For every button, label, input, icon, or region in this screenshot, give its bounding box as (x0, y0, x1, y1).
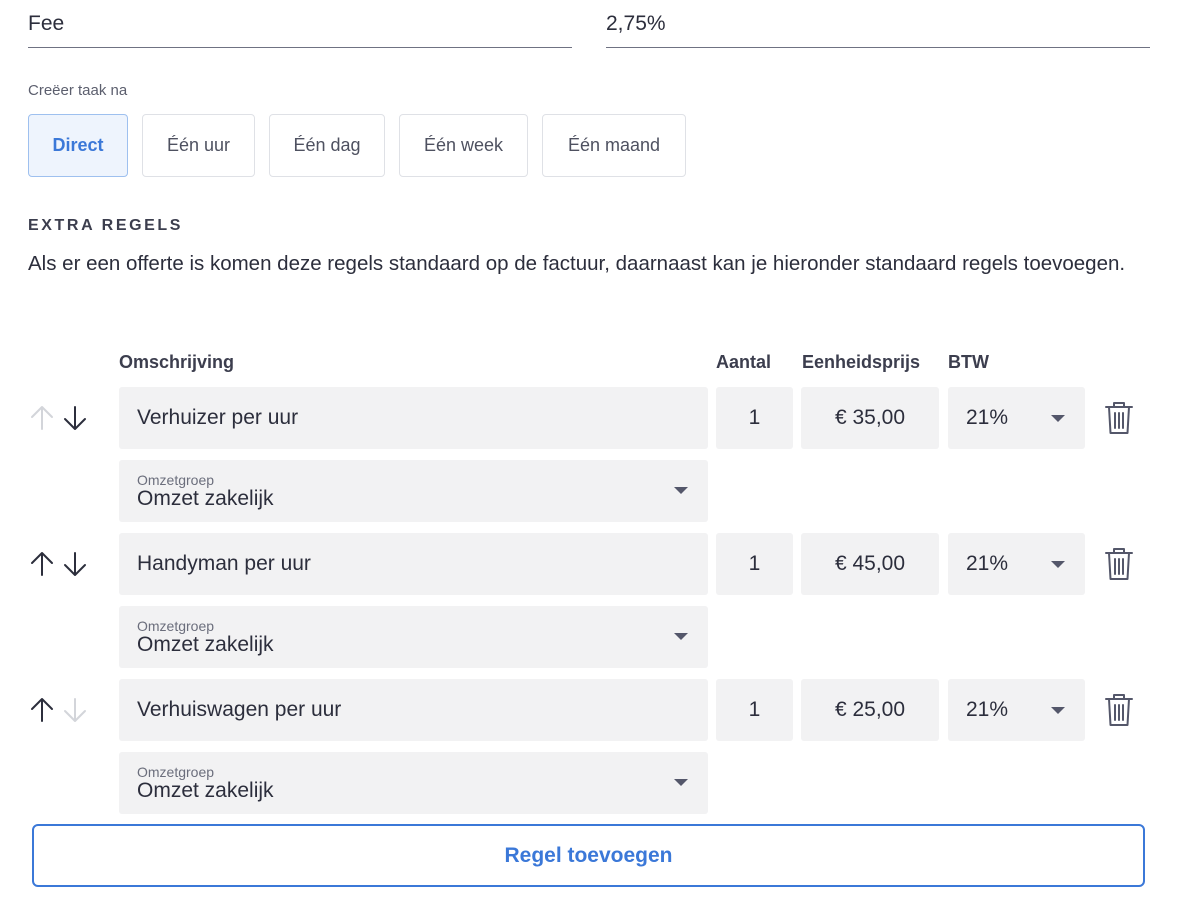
fee-value-field[interactable]: 2,75% (606, 0, 1150, 48)
column-header-vat: BTW (948, 352, 989, 372)
column-header-unit-price: Eenheidsprijs (802, 352, 921, 372)
arrow-up-icon (31, 552, 53, 576)
trash-icon (1105, 402, 1133, 434)
revenue-group-value: Omzet zakelijk (137, 779, 274, 802)
chevron-down-icon (1051, 707, 1065, 714)
chevron-down-icon (1051, 415, 1065, 422)
arrow-up-icon (31, 406, 53, 430)
vat-select-value: 21% (966, 406, 1009, 429)
vat-select[interactable]: 21% (948, 387, 1085, 449)
section-title: EXTRA REGELS (28, 217, 184, 234)
trash-icon (1105, 548, 1133, 580)
section-description: Als er een offerte is komen deze regels … (28, 252, 1126, 275)
timing-option-one-hour[interactable]: Één uur (142, 114, 255, 177)
revenue-group-select[interactable]: Omzetgroep Omzet zakelijk (119, 606, 708, 668)
chevron-down-icon (674, 487, 688, 494)
description-input[interactable]: Verhuizer per uur (119, 387, 708, 449)
revenue-group-label: Omzetgroep (137, 618, 215, 634)
vat-select[interactable]: 21% (948, 533, 1085, 595)
invoice-settings-page: Fee 2,75% Creëer taak na Direct Één uur … (0, 0, 1200, 924)
quantity-input[interactable]: 1 (716, 533, 793, 595)
move-up-button[interactable] (28, 403, 56, 433)
fee-label-field[interactable]: Fee (28, 0, 572, 48)
quantity-input[interactable]: 1 (716, 679, 793, 741)
add-rule-button[interactable]: Regel toevoegen (32, 824, 1145, 887)
revenue-group-select[interactable]: Omzetgroep Omzet zakelijk (119, 752, 708, 814)
arrow-down-icon (64, 406, 86, 430)
unit-price-input[interactable]: € 35,00 (801, 387, 939, 449)
arrow-up-icon (31, 698, 53, 722)
move-up-button[interactable] (28, 549, 56, 579)
revenue-group-select[interactable]: Omzetgroep Omzet zakelijk (119, 460, 708, 522)
timing-option-one-month[interactable]: Één maand (542, 114, 686, 177)
move-down-button[interactable] (61, 695, 89, 725)
move-down-button[interactable] (61, 549, 89, 579)
description-input[interactable]: Handyman per uur (119, 533, 708, 595)
timing-option-one-day[interactable]: Één dag (269, 114, 385, 177)
unit-price-input[interactable]: € 45,00 (801, 533, 939, 595)
description-input[interactable]: Verhuiswagen per uur (119, 679, 708, 741)
unit-price-input[interactable]: € 25,00 (801, 679, 939, 741)
arrow-down-icon (64, 552, 86, 576)
chevron-down-icon (674, 779, 688, 786)
revenue-group-value: Omzet zakelijk (137, 487, 274, 510)
move-up-button[interactable] (28, 695, 56, 725)
delete-row-button[interactable] (1103, 546, 1135, 582)
delete-row-button[interactable] (1103, 400, 1135, 436)
trash-icon (1105, 694, 1133, 726)
column-header-description: Omschrijving (119, 352, 235, 372)
timing-option-one-week[interactable]: Één week (399, 114, 528, 177)
arrow-down-icon (64, 698, 86, 722)
column-header-quantity: Aantal (716, 352, 772, 372)
timing-option-direct[interactable]: Direct (28, 114, 128, 177)
timing-label: Creëer taak na (28, 82, 128, 99)
revenue-group-label: Omzetgroep (137, 764, 215, 780)
quantity-input[interactable]: 1 (716, 387, 793, 449)
vat-select[interactable]: 21% (948, 679, 1085, 741)
chevron-down-icon (1051, 561, 1065, 568)
move-down-button[interactable] (61, 403, 89, 433)
delete-row-button[interactable] (1103, 692, 1135, 728)
chevron-down-icon (674, 633, 688, 640)
revenue-group-label: Omzetgroep (137, 472, 215, 488)
revenue-group-value: Omzet zakelijk (137, 633, 274, 656)
vat-select-value: 21% (966, 698, 1009, 721)
vat-select-value: 21% (966, 552, 1009, 575)
